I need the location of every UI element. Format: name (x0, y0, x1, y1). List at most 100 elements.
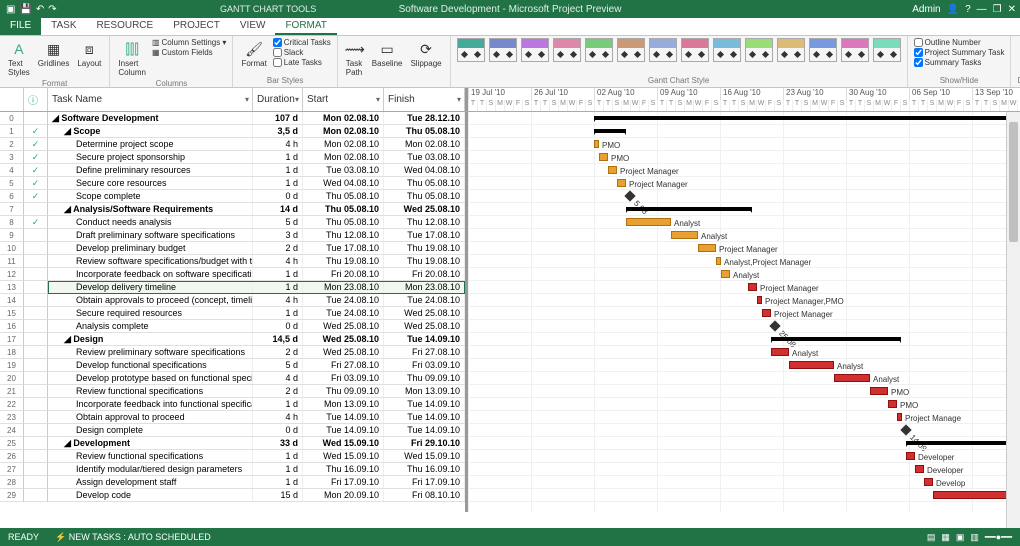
row-num[interactable]: 25 (0, 437, 24, 450)
task-row[interactable]: Develop preliminary budget2 dTue 17.08.1… (48, 242, 465, 255)
task-name-cell[interactable]: Incorporate feedback into functional spe… (48, 398, 253, 410)
duration-cell[interactable]: 15 d (253, 489, 303, 501)
tab-task[interactable]: TASK (41, 18, 86, 35)
start-cell[interactable]: Tue 24.08.10 (303, 307, 384, 319)
row-num[interactable]: 6 (0, 190, 24, 203)
start-cell[interactable]: Tue 17.08.10 (303, 242, 384, 254)
task-name-cell[interactable]: Review functional specifications (48, 385, 253, 397)
gantt-bar[interactable] (771, 337, 901, 341)
row-num[interactable]: 29 (0, 489, 24, 502)
gantt-style-0[interactable] (457, 38, 485, 62)
finish-header[interactable]: Finish (384, 88, 465, 111)
duration-cell[interactable]: 1 d (253, 268, 303, 280)
finish-cell[interactable]: Tue 14.09.10 (384, 411, 465, 423)
gantt-style-13[interactable] (873, 38, 901, 62)
row-num[interactable]: 20 (0, 372, 24, 385)
slack-checkbox[interactable]: Slack (273, 48, 331, 57)
finish-cell[interactable]: Mon 23.08.10 (384, 281, 465, 293)
start-cell[interactable]: Wed 15.09.10 (303, 450, 384, 462)
view-resource-icon[interactable]: ▥ (970, 532, 979, 543)
start-cell[interactable]: Wed 25.08.10 (303, 320, 384, 332)
row-num[interactable]: 0 (0, 112, 24, 125)
start-cell[interactable]: Thu 05.08.10 (303, 216, 384, 228)
start-cell[interactable]: Mon 02.08.10 (303, 151, 384, 163)
row-num[interactable]: 28 (0, 476, 24, 489)
gantt-row[interactable]: PMO (468, 385, 1020, 398)
duration-cell[interactable]: 2 d (253, 385, 303, 397)
row-num[interactable]: 3 (0, 151, 24, 164)
finish-cell[interactable]: Fri 08.10.10 (384, 489, 465, 501)
task-path-button[interactable]: ⟿Task Path (344, 38, 366, 79)
finish-cell[interactable]: Tue 14.09.10 (384, 424, 465, 436)
gantt-row[interactable] (468, 112, 1020, 125)
start-cell[interactable]: Mon 02.08.10 (303, 125, 384, 137)
finish-cell[interactable]: Thu 05.08.10 (384, 125, 465, 137)
row-num[interactable]: 18 (0, 346, 24, 359)
custom-fields-button[interactable]: ▦ Custom Fields (152, 48, 227, 57)
gantt-bar[interactable] (906, 441, 1020, 445)
view-task-icon[interactable]: ▦ (941, 532, 950, 543)
gantt-row[interactable]: Analyst (468, 216, 1020, 229)
zoom-slider[interactable]: ━━●━━ (985, 532, 1012, 543)
task-table[interactable]: ◢ Software Development107 dMon 02.08.10T… (48, 112, 468, 512)
gantt-bar[interactable] (594, 116, 1014, 120)
gantt-bar[interactable]: Project Manager (748, 283, 757, 291)
gantt-bar[interactable]: Develop (924, 478, 933, 486)
row-num-header[interactable] (0, 88, 24, 111)
gantt-row[interactable]: 5.08 (468, 190, 1020, 203)
start-cell[interactable]: Thu 05.08.10 (303, 190, 384, 202)
gantt-style-9[interactable] (745, 38, 773, 62)
gantt-bar[interactable]: Analyst (721, 270, 730, 278)
task-row[interactable]: ◢ Software Development107 dMon 02.08.10T… (48, 112, 465, 125)
start-cell[interactable]: Thu 05.08.10 (303, 203, 384, 215)
start-cell[interactable]: Thu 12.08.10 (303, 229, 384, 241)
duration-cell[interactable]: 2 d (253, 242, 303, 254)
gantt-row[interactable]: 25.08 (468, 320, 1020, 333)
duration-cell[interactable]: 0 d (253, 320, 303, 332)
task-row[interactable]: ◢ Development33 dWed 15.09.10Fri 29.10.1… (48, 437, 465, 450)
task-row[interactable]: ◢ Scope3,5 dMon 02.08.10Thu 05.08.10 (48, 125, 465, 138)
task-row[interactable]: Review software specifications/budget wi… (48, 255, 465, 268)
task-name-cell[interactable]: Develop delivery timeline (48, 281, 253, 293)
task-name-cell[interactable]: Review software specifications/budget wi… (48, 255, 253, 267)
task-row[interactable]: Secure core resources1 dWed 04.08.10Thu … (48, 177, 465, 190)
start-cell[interactable]: Tue 24.08.10 (303, 294, 384, 306)
duration-cell[interactable]: 2 d (253, 346, 303, 358)
gridlines-button[interactable]: ▦Gridlines (36, 38, 72, 70)
duration-cell[interactable]: 1 d (253, 177, 303, 189)
start-cell[interactable]: Thu 19.08.10 (303, 255, 384, 267)
tab-format[interactable]: FORMAT (275, 18, 336, 35)
baseline-button[interactable]: ▭Baseline (370, 38, 405, 70)
finish-cell[interactable]: Thu 05.08.10 (384, 177, 465, 189)
timescale[interactable]: 19 Jul '1026 Jul '1002 Aug '1009 Aug '10… (468, 88, 1020, 111)
gantt-bar[interactable]: PMO (599, 153, 608, 161)
start-cell[interactable]: Mon 02.08.10 (303, 138, 384, 150)
start-cell[interactable]: Mon 20.09.10 (303, 489, 384, 501)
gantt-row[interactable]: PMO (468, 138, 1020, 151)
row-num[interactable]: 12 (0, 268, 24, 281)
slippage-button[interactable]: ⟳Slippage (408, 38, 443, 70)
duration-cell[interactable]: 4 h (253, 294, 303, 306)
task-name-cell[interactable]: Review functional specifications (48, 450, 253, 462)
duration-cell[interactable]: 33 d (253, 437, 303, 449)
gantt-row[interactable]: Project Manage (468, 411, 1020, 424)
row-num[interactable]: 13 (0, 281, 24, 294)
gantt-row[interactable]: 14.09 (468, 424, 1020, 437)
duration-cell[interactable]: 4 h (253, 411, 303, 423)
gantt-bar[interactable]: Analyst (771, 348, 789, 356)
finish-cell[interactable]: Mon 02.08.10 (384, 138, 465, 150)
gantt-row[interactable] (468, 437, 1020, 450)
gantt-row[interactable]: Analyst (468, 346, 1020, 359)
gantt-row[interactable]: Project Manager (468, 242, 1020, 255)
task-name-cell[interactable]: Obtain approval to proceed (48, 411, 253, 423)
user-icon[interactable]: 👤 (947, 4, 959, 15)
gantt-row[interactable] (468, 203, 1020, 216)
gantt-style-12[interactable] (841, 38, 869, 62)
gantt-style-2[interactable] (521, 38, 549, 62)
gantt-row[interactable]: Analyst (468, 372, 1020, 385)
gantt-row[interactable]: PMO (468, 151, 1020, 164)
gantt-row[interactable]: Analyst (468, 359, 1020, 372)
gantt-style-8[interactable] (713, 38, 741, 62)
gantt-bar[interactable]: Project Manager (617, 179, 626, 187)
summary-tasks-checkbox[interactable]: Summary Tasks (914, 58, 1005, 67)
